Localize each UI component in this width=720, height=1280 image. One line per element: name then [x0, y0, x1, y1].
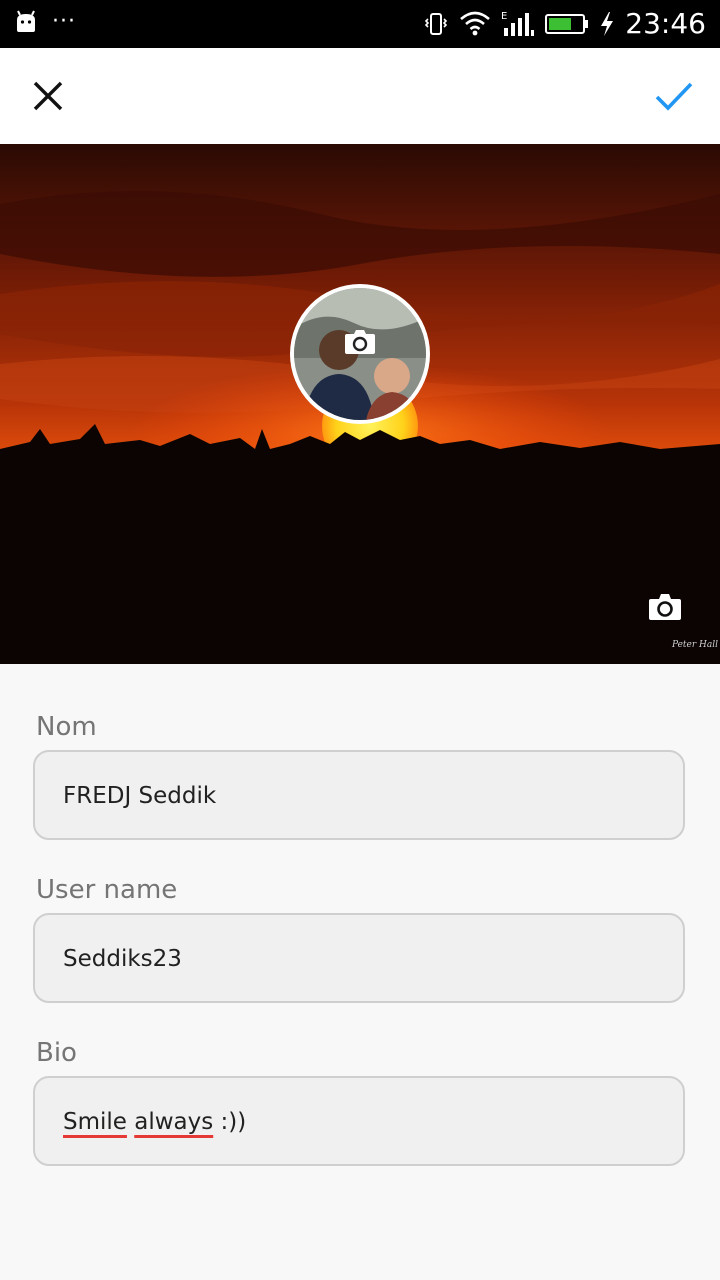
check-icon	[655, 82, 693, 111]
confirm-button[interactable]	[654, 76, 694, 116]
wifi-icon	[460, 11, 491, 36]
name-label: Nom	[36, 712, 97, 742]
vibrate-icon	[425, 13, 448, 35]
username-value: Seddiks23	[63, 946, 182, 972]
svg-text:E: E	[501, 11, 507, 22]
status-bar-left: ···	[14, 10, 76, 34]
name-value: FREDJ Seddik	[63, 783, 217, 809]
bio-word-misspelled: Smile	[63, 1109, 127, 1135]
status-bar: ··· E 23:46	[0, 0, 720, 48]
change-cover-button[interactable]	[648, 592, 682, 627]
charging-icon	[601, 12, 614, 36]
more-dots-icon: ···	[52, 9, 76, 34]
username-label: User name	[36, 875, 178, 905]
bio-label: Bio	[36, 1038, 77, 1068]
cover-watermark: Peter Hall	[671, 640, 718, 650]
status-time: 23:46	[625, 7, 706, 40]
status-bar-right: E 23:46	[423, 8, 706, 40]
close-button[interactable]	[28, 76, 68, 116]
bio-word-misspelled: always	[134, 1109, 214, 1135]
bio-value: Smile always :))	[63, 1109, 246, 1135]
battery-icon	[545, 14, 589, 34]
camera-icon	[649, 594, 681, 620]
cover-photo[interactable]: Peter Hall	[0, 144, 720, 664]
signal-icon: E	[501, 11, 535, 36]
bio-field[interactable]: Smile always :))	[33, 1076, 685, 1166]
bio-word: :))	[220, 1109, 247, 1135]
username-field[interactable]: Seddiks23	[33, 913, 685, 1003]
android-icon	[17, 10, 35, 32]
camera-icon	[345, 330, 375, 354]
name-field[interactable]: FREDJ Seddik	[33, 750, 685, 840]
profile-photo-button[interactable]	[290, 284, 430, 424]
edit-profile-toolbar	[0, 48, 720, 144]
close-icon	[33, 81, 63, 111]
